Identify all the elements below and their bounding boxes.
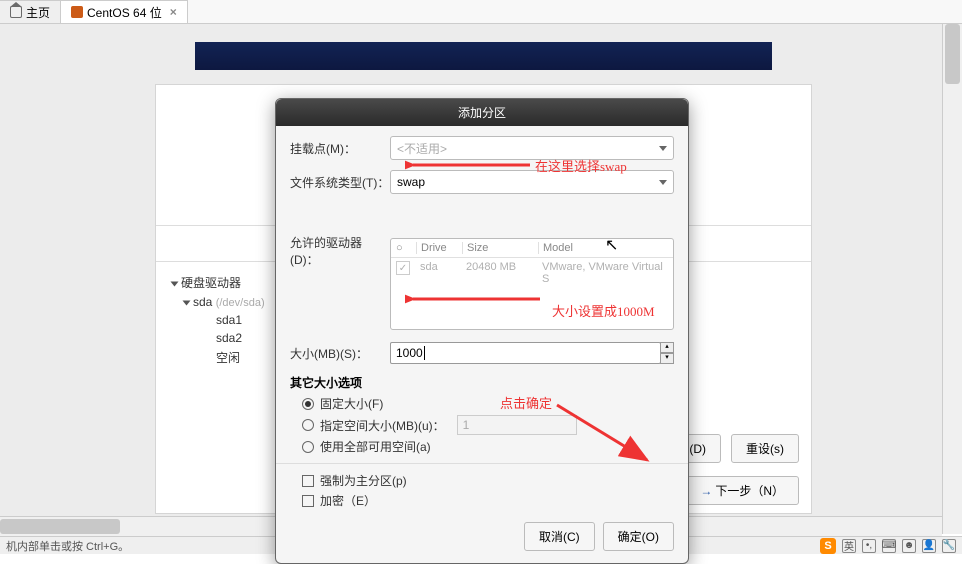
arrow-right-icon bbox=[700, 484, 715, 498]
vm-icon bbox=[71, 6, 83, 18]
home-icon bbox=[10, 6, 22, 18]
annotation-swap: 在这里选择swap bbox=[535, 156, 627, 175]
chevron-down-icon bbox=[659, 180, 667, 185]
ime-person-icon[interactable]: 👤 bbox=[922, 539, 936, 553]
fstype-label: 文件系统类型(T)： bbox=[290, 174, 390, 191]
drives-header: ○ Drive Size Model bbox=[391, 239, 673, 258]
annotation-arrow-icon bbox=[552, 400, 662, 470]
chevron-down-icon bbox=[171, 281, 179, 286]
ok-button[interactable]: 确定(O) bbox=[603, 522, 674, 551]
radio-icon bbox=[302, 419, 314, 431]
chevron-down-icon bbox=[183, 300, 191, 305]
annotation-arrow-icon bbox=[405, 289, 545, 309]
next-button[interactable]: 下一步（N） bbox=[685, 476, 799, 505]
drive-checkbox[interactable]: ✓ bbox=[396, 261, 410, 275]
fstype-value: swap bbox=[397, 175, 425, 189]
check-primary[interactable]: 强制为主分区(p) bbox=[302, 472, 674, 489]
text-caret bbox=[424, 346, 425, 360]
dialog-title: 添加分区 bbox=[276, 99, 688, 126]
ime-toolbar[interactable]: S 英 •, ⌨ ☻ 👤 🔧 bbox=[820, 538, 956, 554]
panel-buttons: (D) 重设(s) bbox=[674, 434, 799, 463]
ime-tool-icon[interactable]: 🔧 bbox=[942, 539, 956, 553]
radio-icon bbox=[302, 441, 314, 453]
mouse-cursor-icon: ↖ bbox=[605, 235, 618, 255]
mount-value: <不适用> bbox=[397, 140, 447, 157]
ime-smile-icon[interactable]: ☻ bbox=[902, 539, 916, 553]
drive-row[interactable]: ✓ sda 20480 MB VMware, VMware Virtual S bbox=[391, 258, 673, 288]
close-icon[interactable]: × bbox=[170, 5, 177, 19]
mount-label: 挂载点(M)： bbox=[290, 140, 390, 157]
scrollbar-thumb[interactable] bbox=[0, 519, 120, 534]
annotation-size: 大小设置成1000M bbox=[552, 301, 655, 320]
sogou-icon[interactable]: S bbox=[820, 538, 836, 554]
ime-lang[interactable]: 英 bbox=[842, 539, 856, 553]
tab-home[interactable]: 主页 bbox=[0, 0, 61, 23]
tab-vm-label: CentOS 64 位 bbox=[87, 4, 162, 21]
drives-label: 允许的驱动器(D)： bbox=[290, 204, 390, 268]
status-hint: 机内部单击或按 Ctrl+G。 bbox=[6, 538, 129, 554]
vm-vertical-scrollbar[interactable] bbox=[942, 24, 962, 534]
size-input[interactable]: 1000 bbox=[390, 342, 661, 364]
tab-home-label: 主页 bbox=[26, 4, 50, 21]
radio-icon bbox=[302, 398, 314, 410]
reset-button[interactable]: 重设(s) bbox=[731, 434, 799, 463]
ime-punct-icon[interactable]: •, bbox=[862, 539, 876, 553]
ime-keyboard-icon[interactable]: ⌨ bbox=[882, 539, 896, 553]
cancel-button[interactable]: 取消(C) bbox=[524, 522, 595, 551]
scrollbar-thumb[interactable] bbox=[945, 24, 960, 84]
chevron-down-icon bbox=[659, 146, 667, 151]
vmware-tabs: 主页 CentOS 64 位 × bbox=[0, 0, 962, 24]
extra-size-heading: 其它大小选项 bbox=[290, 374, 674, 391]
installer-titlebar bbox=[195, 42, 772, 70]
annotation-ok: 点击确定 bbox=[500, 393, 552, 412]
checkbox-icon bbox=[302, 475, 314, 487]
spin-up-icon[interactable]: ▴ bbox=[660, 342, 674, 353]
size-label: 大小(MB)(S)： bbox=[290, 345, 390, 362]
tab-vm[interactable]: CentOS 64 位 × bbox=[61, 0, 188, 23]
spin-down-icon[interactable]: ▾ bbox=[660, 353, 674, 364]
size-spinner[interactable]: ▴▾ bbox=[660, 342, 674, 364]
checkbox-icon bbox=[302, 495, 314, 507]
size-value: 1000 bbox=[396, 346, 423, 360]
annotation-arrow-icon bbox=[405, 155, 535, 175]
check-encrypt[interactable]: 加密（E） bbox=[302, 492, 674, 509]
